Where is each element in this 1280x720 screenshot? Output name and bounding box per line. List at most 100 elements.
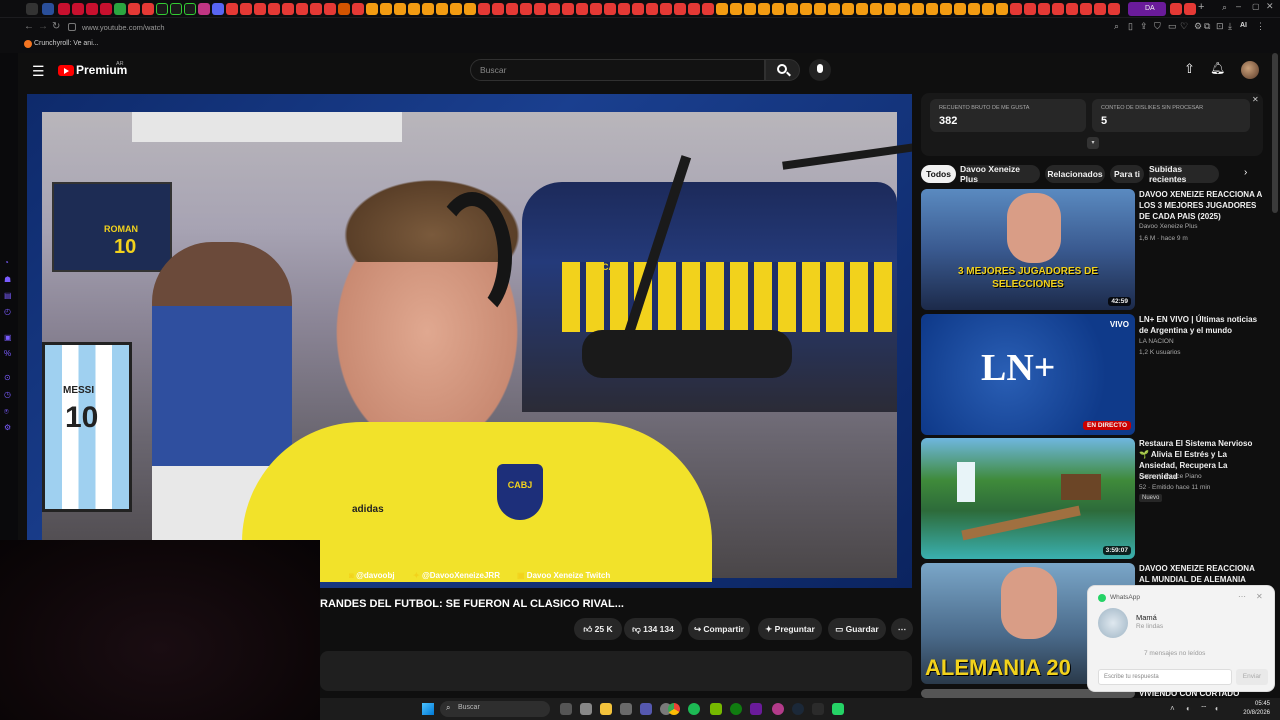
page-scrollbar[interactable] bbox=[1272, 53, 1278, 213]
tab-icon[interactable] bbox=[996, 3, 1008, 15]
tab-icon[interactable] bbox=[492, 3, 504, 15]
chip-subidas-recientes[interactable]: Subidas recientes bbox=[1149, 164, 1219, 184]
tab-icon[interactable] bbox=[730, 3, 742, 15]
tab-icon[interactable] bbox=[926, 3, 938, 15]
xbox-icon[interactable] bbox=[730, 703, 742, 715]
tab-icon[interactable] bbox=[520, 3, 532, 15]
tab-icon[interactable] bbox=[660, 3, 672, 15]
tab-icon[interactable] bbox=[632, 3, 644, 15]
taskbar-time[interactable]: 05:45 bbox=[1234, 701, 1270, 707]
tab-icon[interactable] bbox=[408, 3, 420, 15]
notification-more-icon[interactable]: ⋯ bbox=[1238, 592, 1246, 601]
tab-icon[interactable] bbox=[1170, 3, 1182, 15]
rec-channel-2[interactable]: LA NACION bbox=[1139, 338, 1174, 345]
tab-icon[interactable] bbox=[968, 3, 980, 15]
tray-chevron-icon[interactable]: ˄ bbox=[1170, 704, 1175, 713]
tab-icon[interactable] bbox=[184, 3, 196, 15]
tab-icon[interactable] bbox=[478, 3, 490, 15]
tab-icon[interactable] bbox=[1024, 3, 1036, 15]
tab-icon[interactable] bbox=[618, 3, 630, 15]
video-player[interactable]: CABJ ROMAN 10 MESSI 10 CABJ adidas ◙ @da… bbox=[27, 94, 912, 588]
chip-para-ti[interactable]: Para ti bbox=[1110, 165, 1144, 183]
search-input[interactable]: Buscar bbox=[470, 59, 765, 81]
snapshot-icon[interactable]: ⊡ bbox=[1216, 21, 1224, 32]
app-icon[interactable] bbox=[812, 703, 824, 715]
panel-icon[interactable]: ▣ bbox=[4, 333, 12, 342]
network-icon[interactable]: ⌔ bbox=[1200, 704, 1208, 714]
tab-icon[interactable] bbox=[1094, 3, 1106, 15]
heart-icon[interactable]: ♡ bbox=[1180, 21, 1188, 32]
tab-icon[interactable] bbox=[842, 3, 854, 15]
tab-icon[interactable] bbox=[296, 3, 308, 15]
panel-icon[interactable]: ⊙ bbox=[4, 373, 11, 382]
rec-thumbnail-1[interactable]: 3 MEJORES JUGADORES DE SELECCIONES 42:59 bbox=[921, 189, 1135, 310]
tab-icon[interactable] bbox=[772, 3, 784, 15]
nvidia-icon[interactable] bbox=[710, 703, 722, 715]
panel-icon[interactable]: ◷ bbox=[4, 390, 11, 399]
tab-icon[interactable] bbox=[1184, 3, 1196, 15]
save-button[interactable]: ▭ Guardar bbox=[828, 618, 886, 640]
tab-icon[interactable] bbox=[534, 3, 546, 15]
tab-icon[interactable] bbox=[58, 3, 70, 15]
extensions-icon[interactable]: ⧉ bbox=[1204, 21, 1210, 32]
menu-icon[interactable]: ⋮ bbox=[1256, 21, 1265, 32]
taskbar-search[interactable]: ⌕ Buscar bbox=[440, 701, 550, 717]
steam-icon[interactable] bbox=[792, 703, 804, 715]
chip-davoo-plus[interactable]: Davoo Xeneize Plus bbox=[960, 164, 1040, 184]
expand-chevron-icon[interactable]: ▾ bbox=[1087, 137, 1099, 149]
panel-icon[interactable]: ☗ bbox=[4, 275, 11, 284]
tab-icon[interactable] bbox=[380, 3, 392, 15]
tab-icon[interactable] bbox=[100, 3, 112, 15]
tab-icon[interactable] bbox=[856, 3, 868, 15]
site-info-icon[interactable] bbox=[68, 23, 76, 31]
tab-icon[interactable] bbox=[114, 3, 126, 15]
avatar[interactable] bbox=[1241, 61, 1259, 79]
tab-icon[interactable] bbox=[422, 3, 434, 15]
app-icon[interactable] bbox=[620, 703, 632, 715]
close-window-icon[interactable]: ✕ bbox=[1266, 1, 1274, 12]
notifications-bell-icon[interactable]: 🔔︎ bbox=[1210, 61, 1225, 75]
voice-search-button[interactable] bbox=[809, 59, 831, 81]
tab-icon[interactable] bbox=[254, 3, 266, 15]
taskview-icon[interactable] bbox=[560, 703, 572, 715]
tab-icon[interactable] bbox=[940, 3, 952, 15]
notification-close-icon[interactable]: ✕ bbox=[1256, 592, 1263, 601]
active-tab[interactable]: DA bbox=[1128, 2, 1166, 16]
tab-icon[interactable] bbox=[1010, 3, 1022, 15]
search-button[interactable] bbox=[765, 59, 800, 81]
tab-icon[interactable] bbox=[352, 3, 364, 15]
panel-icon[interactable]: ⍟ bbox=[4, 407, 9, 417]
chrome-icon[interactable] bbox=[668, 703, 680, 715]
tab-icon[interactable] bbox=[1038, 3, 1050, 15]
tab-icon[interactable] bbox=[324, 3, 336, 15]
tab-icon[interactable] bbox=[170, 3, 182, 15]
search-tabs-icon[interactable]: ⌕ bbox=[1222, 2, 1227, 13]
panel-icon[interactable]: ⚙ bbox=[4, 423, 11, 432]
tab-icon[interactable] bbox=[86, 3, 98, 15]
send-button[interactable]: Enviar bbox=[1236, 669, 1268, 685]
rec-channel-3[interactable]: Nature's Peace Piano bbox=[1139, 473, 1202, 480]
tab-icon[interactable] bbox=[450, 3, 462, 15]
chip-todos[interactable]: Todos bbox=[921, 165, 956, 183]
tab-icon[interactable] bbox=[506, 3, 518, 15]
menu-icon[interactable]: ☰ bbox=[32, 63, 45, 80]
tab-icon[interactable] bbox=[716, 3, 728, 15]
tab-icon[interactable] bbox=[548, 3, 560, 15]
rec-title-2[interactable]: LN+ EN VIVO | Últimas noticias de Argent… bbox=[1139, 314, 1263, 336]
description-box[interactable] bbox=[320, 651, 912, 691]
tab-icon[interactable] bbox=[226, 3, 238, 15]
tab-icon[interactable] bbox=[198, 3, 210, 15]
tab-icon[interactable] bbox=[42, 3, 54, 15]
chip-relacionados[interactable]: Relacionados bbox=[1045, 165, 1105, 183]
panel-icon[interactable]: % bbox=[4, 349, 11, 358]
whatsapp-taskbar-icon[interactable] bbox=[832, 703, 844, 715]
file-explorer-icon[interactable] bbox=[600, 703, 612, 715]
app-icon[interactable] bbox=[772, 703, 784, 715]
panel-icon[interactable]: ◔ bbox=[4, 258, 9, 267]
tab-icon[interactable] bbox=[646, 3, 658, 15]
tab-icon[interactable] bbox=[870, 3, 882, 15]
like-button[interactable]: 👍︎ 25 K bbox=[574, 618, 622, 640]
tray-icon[interactable]: ◐ bbox=[1186, 704, 1191, 713]
url-field[interactable]: www.youtube.com/watch bbox=[82, 23, 165, 32]
tab-icon[interactable] bbox=[604, 3, 616, 15]
